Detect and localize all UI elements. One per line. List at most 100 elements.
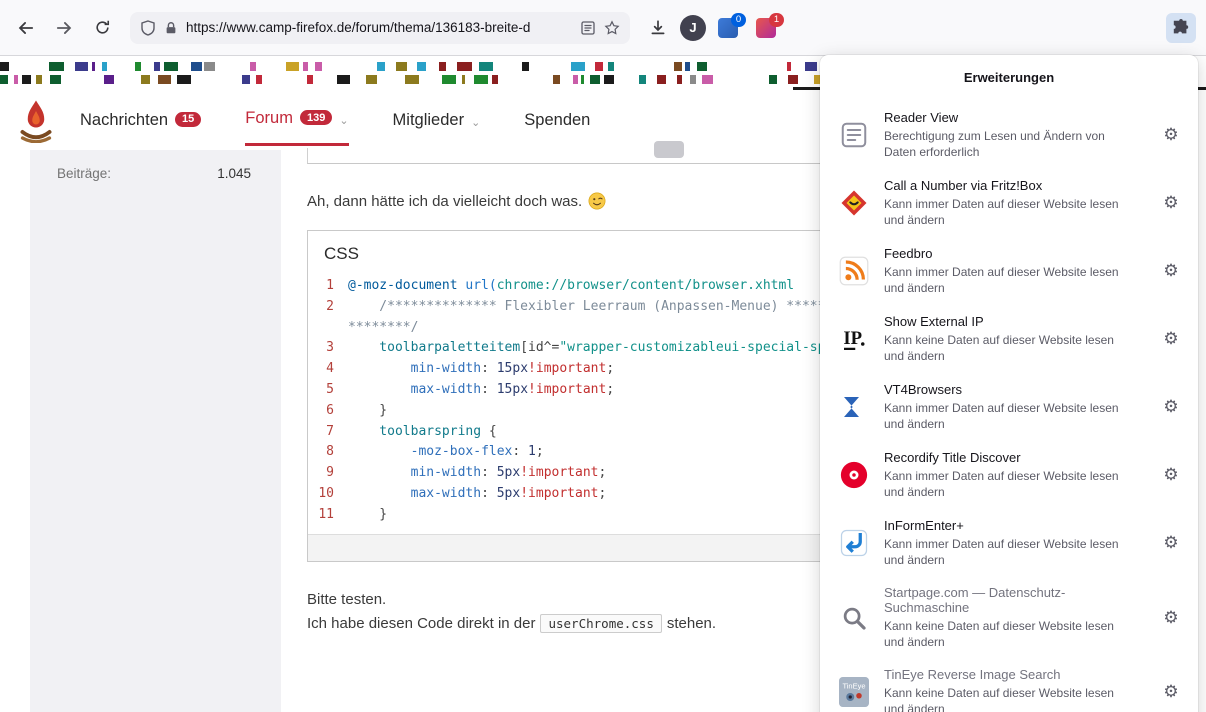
profile-avatar-button[interactable]: J (680, 15, 706, 41)
extension-1-badge: 0 (731, 13, 746, 27)
extension-text: Call a Number via Fritz!BoxKann immer Da… (884, 178, 1144, 228)
extension-text: InFormEnter+Kann immer Daten auf dieser … (884, 518, 1144, 568)
url-bar[interactable]: https://www.camp-firefox.de/forum/thema/… (130, 12, 630, 44)
profile-initial: J (689, 20, 696, 35)
nav-item-forum[interactable]: Forum139⌄ (245, 94, 348, 146)
extension-list: Reader ViewBerechtigung zum Lesen und Än… (820, 101, 1198, 712)
nav-item-label: Forum (245, 109, 293, 128)
extension-settings-gear-icon[interactable]: ⚙ (1158, 326, 1184, 352)
extension-row[interactable]: IP Show External IP Kann keine Daten auf d… (820, 305, 1198, 373)
extension-toolbar-button-2[interactable]: 1 (750, 12, 782, 44)
code-line-text: min-width: 5px!important; (348, 463, 606, 484)
extension-row[interactable]: Recordify Title DiscoverKann immer Daten… (820, 441, 1198, 509)
extension-toolbar-button-1[interactable]: 0 (712, 12, 744, 44)
extension-text: VT4BrowsersKann immer Daten auf dieser W… (884, 382, 1144, 432)
code-line-text: /************** Flexibler Leerraum (Anpa… (348, 297, 896, 318)
extension-row[interactable]: Call a Number via Fritz!BoxKann immer Da… (820, 169, 1198, 237)
downloads-button[interactable] (642, 12, 674, 44)
sidebar-stat-value: 1.045 (217, 166, 251, 181)
show-external-ip-icon: IP (838, 323, 870, 355)
code-line-text: -moz-box-flex: 1; (348, 442, 544, 463)
extension-settings-gear-icon[interactable]: ⚙ (1158, 462, 1184, 488)
url-text[interactable]: https://www.camp-firefox.de/forum/thema/… (186, 20, 572, 35)
extension-description: Kann immer Daten auf dieser Website lese… (884, 264, 1132, 296)
lock-icon[interactable] (164, 21, 178, 35)
code-line-number: 2 (308, 297, 348, 318)
extension-row[interactable]: InFormEnter+Kann immer Daten auf dieser … (820, 509, 1198, 577)
extensions-panel-title: Erweiterungen (820, 55, 1198, 101)
post-outro-line2-pre: Ich habe diesen Code direkt in der (307, 615, 535, 632)
extension-row[interactable]: Startpage.com — Datenschutz-Suchmaschine… (820, 577, 1198, 658)
extension-description: Berechtigung zum Lesen und Ändern von Da… (884, 128, 1132, 160)
campfire-logo[interactable] (18, 97, 54, 143)
post-intro-text: Ah, dann hätte ich da vielleicht doch wa… (307, 193, 582, 210)
tracking-shield-icon[interactable] (140, 20, 156, 36)
reload-button[interactable] (86, 12, 118, 44)
nav-item-mitglieder[interactable]: Mitglieder⌄ (393, 94, 481, 146)
code-line-number: 10 (308, 484, 348, 505)
reader-mode-icon[interactable] (580, 20, 596, 36)
chevron-down-icon: ⌄ (471, 116, 480, 129)
code-line-number: 3 (308, 338, 348, 359)
code-line-number: 4 (308, 359, 348, 380)
extension-settings-gear-icon[interactable]: ⚙ (1158, 122, 1184, 148)
back-arrow-icon (17, 19, 35, 37)
extension-name: Show External IP (884, 314, 1144, 329)
code-line-text: max-width: 5px!important; (348, 484, 606, 505)
sidebar-stat-label: Beiträge: (57, 166, 111, 181)
sidebar: Beiträge: 1.045 (30, 150, 281, 712)
feedbro-icon (838, 255, 870, 287)
extension-text: Show External IP Kann keine Daten auf die… (884, 314, 1144, 364)
extension-settings-gear-icon[interactable]: ⚙ (1158, 394, 1184, 420)
extension-row[interactable]: TinEye TinEye Reverse Image SearchKann ke… (820, 658, 1198, 712)
code-line-text: } (348, 505, 387, 526)
extensions-puzzle-button[interactable] (1166, 13, 1196, 43)
post-outro-line2-post: stehen. (667, 615, 716, 632)
extension-description: Kann immer Daten auf dieser Website lese… (884, 536, 1132, 568)
startpage-icon (838, 602, 870, 634)
extension-settings-gear-icon[interactable]: ⚙ (1158, 258, 1184, 284)
extension-text: TinEye Reverse Image SearchKann keine Da… (884, 667, 1144, 712)
quote-toggle-button[interactable] (654, 141, 684, 158)
nav-item-spenden[interactable]: Spenden (524, 94, 590, 146)
extension-row[interactable]: Reader ViewBerechtigung zum Lesen und Än… (820, 101, 1198, 169)
recordify-icon (838, 459, 870, 491)
glitch-row (0, 62, 840, 71)
extension-row[interactable]: VT4BrowsersKann immer Daten auf dieser W… (820, 373, 1198, 441)
extension-name: Feedbro (884, 246, 1144, 261)
extension-settings-gear-icon[interactable]: ⚙ (1158, 530, 1184, 556)
sidebar-stat-row: Beiträge: 1.045 (30, 150, 281, 181)
extension-description: Kann immer Daten auf dieser Website lese… (884, 400, 1132, 432)
code-line-text: max-width: 15px!important; (348, 380, 614, 401)
forward-arrow-icon (55, 19, 73, 37)
browser-window: https://www.camp-firefox.de/forum/thema/… (0, 0, 1206, 712)
code-line-number: 7 (308, 422, 348, 443)
glitch-row (0, 75, 840, 84)
extension-text: Recordify Title DiscoverKann immer Daten… (884, 450, 1144, 500)
code-line-text: ********/ (348, 318, 418, 339)
nav-badge: 15 (175, 112, 201, 127)
extension-settings-gear-icon[interactable]: ⚙ (1158, 605, 1184, 631)
download-icon (649, 19, 667, 37)
bookmark-star-icon[interactable] (604, 20, 620, 36)
extension-text: Startpage.com — Datenschutz-Suchmaschine… (884, 585, 1144, 650)
browser-toolbar: https://www.camp-firefox.de/forum/thema/… (0, 0, 1206, 56)
forward-button[interactable] (48, 12, 80, 44)
extension-description: Kann keine Daten auf dieser Website lese… (884, 618, 1132, 650)
extension-row[interactable]: Feedbro Kann immer Daten auf dieser Websi… (820, 237, 1198, 305)
code-line-number: 6 (308, 401, 348, 422)
nav-item-label: Nachrichten (80, 111, 168, 130)
tineye-icon: TinEye (838, 676, 870, 708)
back-button[interactable] (10, 12, 42, 44)
reload-icon (94, 19, 111, 36)
informenter-icon (838, 527, 870, 559)
nav-item-nachrichten[interactable]: Nachrichten 15 (80, 94, 201, 146)
extension-description: Kann keine Daten auf dieser Website lese… (884, 685, 1132, 712)
nav-item-label: Spenden (524, 111, 590, 130)
code-line-number: 9 (308, 463, 348, 484)
extension-settings-gear-icon[interactable]: ⚙ (1158, 679, 1184, 705)
glitch-artifact-strip (0, 62, 840, 86)
extension-description: Kann keine Daten auf dieser Website lese… (884, 332, 1132, 364)
extension-description: Kann immer Daten auf dieser Website lese… (884, 196, 1132, 228)
extension-settings-gear-icon[interactable]: ⚙ (1158, 190, 1184, 216)
